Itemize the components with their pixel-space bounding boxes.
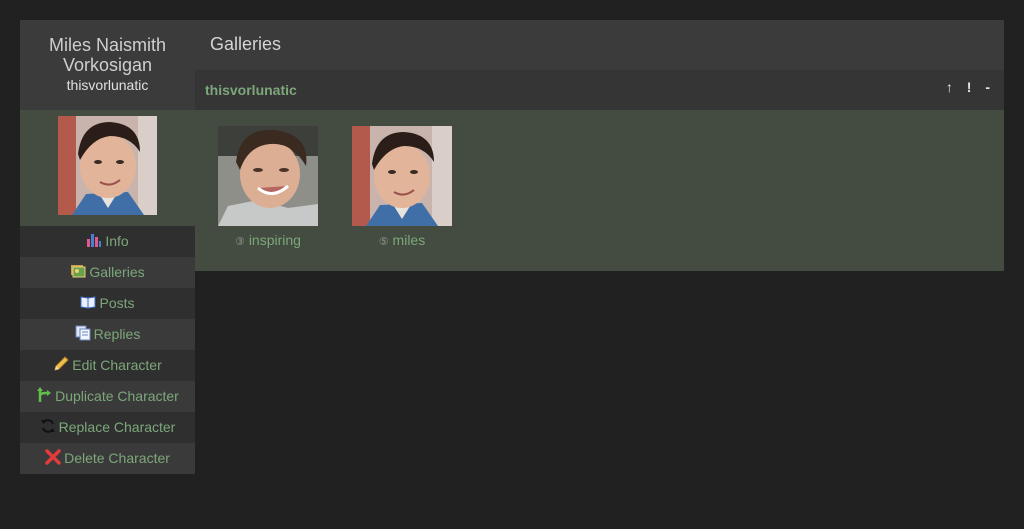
icon-keyword-text: inspiring (248, 232, 301, 248)
gallery-icon-tile[interactable]: ⑤ miles (352, 126, 452, 248)
refresh-icon (40, 419, 55, 433)
branch-icon (37, 387, 52, 402)
menu-duplicate-character[interactable]: Duplicate Character (20, 381, 195, 412)
icon-prefix: ⑤ (378, 236, 389, 248)
menu-edit-character[interactable]: Edit Character (20, 350, 195, 381)
icon-image[interactable] (218, 126, 318, 226)
galleries-header: Galleries (195, 20, 1004, 70)
menu-edit-character-label: Edit Character (72, 357, 162, 373)
menu-galleries-label: Galleries (89, 264, 145, 280)
character-header: Miles Naismith Vorkosigan thisvorlunatic (20, 20, 195, 110)
menu-replace-character-label: Replace Character (58, 419, 176, 435)
avatar[interactable] (58, 116, 157, 215)
icon-keyword[interactable]: ③ inspiring (218, 232, 318, 248)
menu-info[interactable]: Info (20, 226, 195, 257)
gallery-move-up-button[interactable]: ↑ (946, 79, 953, 95)
page-wrapper: Miles Naismith Vorkosigan thisvorlunatic (20, 20, 1004, 474)
icon-keyword[interactable]: ⑤ miles (352, 232, 452, 248)
icon-prefix: ③ (235, 236, 245, 248)
avatar-panel (20, 110, 195, 226)
character-screenname: thisvorlunatic (66, 77, 149, 93)
red-x-icon (45, 449, 61, 465)
icon-image[interactable] (352, 126, 452, 226)
character-name-line-1: Miles Naismith (48, 35, 167, 55)
menu-delete-character[interactable]: Delete Character (20, 443, 195, 474)
icon-keyword-text: miles (392, 232, 426, 248)
character-name: Miles Naismith Vorkosigan (20, 35, 195, 75)
menu-posts-label: Posts (99, 295, 135, 311)
replies-pages-icon (75, 325, 91, 341)
character-menu: Info Galleries Posts Replies Edit Charac… (20, 226, 195, 474)
menu-galleries[interactable]: Galleries (20, 257, 195, 288)
character-sidebar: Miles Naismith Vorkosigan thisvorlunatic (20, 20, 195, 474)
galleries-panel: Galleries thisvorlunatic ↑ ! - ③ inspiri… (195, 20, 1004, 271)
info-chart-icon (87, 234, 102, 247)
menu-posts[interactable]: Posts (20, 288, 195, 319)
menu-delete-character-label: Delete Character (64, 450, 170, 466)
gallery-icon (71, 265, 86, 278)
menu-replies[interactable]: Replies (20, 319, 195, 350)
gallery-actions: ↑ ! - (936, 79, 990, 95)
menu-info-label: Info (105, 233, 129, 249)
gallery-alert-button[interactable]: ! (967, 79, 972, 95)
gallery-icon-tile[interactable]: ③ inspiring (218, 126, 318, 248)
pencil-icon (54, 356, 69, 371)
menu-replies-label: Replies (93, 326, 141, 342)
page-title: Galleries (210, 34, 282, 54)
menu-duplicate-character-label: Duplicate Character (55, 388, 179, 404)
character-name-line-2: Vorkosigan (62, 55, 153, 75)
gallery-name-link[interactable]: thisvorlunatic (205, 82, 297, 98)
book-icon (80, 296, 96, 309)
gallery-collapse-button[interactable]: - (985, 79, 990, 95)
menu-replace-character[interactable]: Replace Character (20, 412, 195, 443)
gallery-icons-area: ③ inspiring ⑤ miles (195, 110, 1004, 271)
gallery-section-header: thisvorlunatic ↑ ! - (195, 70, 1004, 110)
